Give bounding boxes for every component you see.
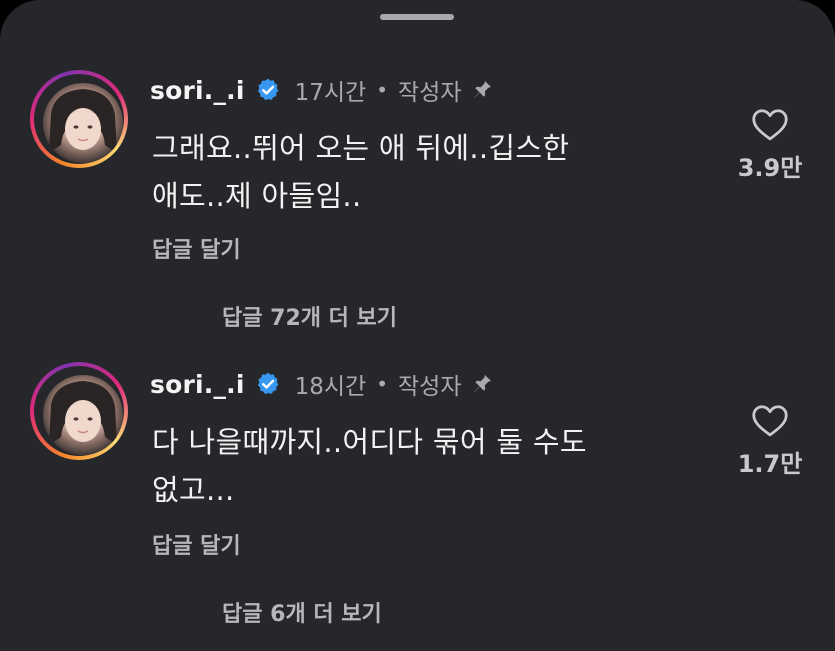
comment-text: 그래요..뛰어 오는 애 뒤에..깁스한 애도..제 아들임.. [152,124,682,220]
like-count: 3.9만 [737,154,803,182]
author-label: 작성자 [398,374,462,400]
like-button[interactable]: 3.9만 [720,108,820,183]
pin-icon [473,375,491,392]
reply-button[interactable]: 답글 달기 [152,232,241,264]
separator-dot: • [376,372,389,396]
view-more-replies-button[interactable]: 답글 72개 더 보기 [222,300,397,332]
verified-badge-icon [257,372,279,395]
comment-time: 17시간 [294,80,367,106]
username[interactable]: sori._.i [150,370,245,399]
view-more-replies-button[interactable]: 답글 6개 더 보기 [222,596,382,628]
pin-icon [473,81,491,98]
comment-header: sori._.i 18시간 • 작성자 [150,366,494,402]
heart-outline-icon[interactable] [751,404,789,438]
comment-text: 다 나을때까지..어디다 묶어 둘 수도 없고... [152,418,682,514]
comment-header: sori._.i 17시간 • 작성자 [150,72,494,108]
like-button[interactable]: 1.7만 [720,404,820,479]
avatar[interactable] [30,362,128,460]
reply-button[interactable]: 답글 달기 [152,528,241,560]
comment-text-line: 그래요..뛰어 오는 애 뒤에..깁스한 [152,131,570,165]
avatar-photo [43,375,123,455]
heart-outline-icon[interactable] [751,108,789,142]
comment-time: 18시간 [294,374,367,400]
separator-dot: • [376,78,389,102]
comment-text-line: 애도..제 아들임.. [152,179,362,213]
author-label: 작성자 [398,80,462,106]
comment-text-line: 없고... [152,473,235,507]
comments-sheet: sori._.i 17시간 • 작성자 그래요..뛰어 오는 애 뒤에..깁스한… [0,0,835,651]
comment-text-line: 다 나을때까지..어디다 묶어 둘 수도 [152,425,587,459]
avatar-photo [43,83,123,163]
verified-badge-icon [257,78,279,101]
like-count: 1.7만 [737,450,803,478]
drag-handle[interactable] [380,14,454,20]
username[interactable]: sori._.i [150,76,245,105]
avatar[interactable] [30,70,128,168]
